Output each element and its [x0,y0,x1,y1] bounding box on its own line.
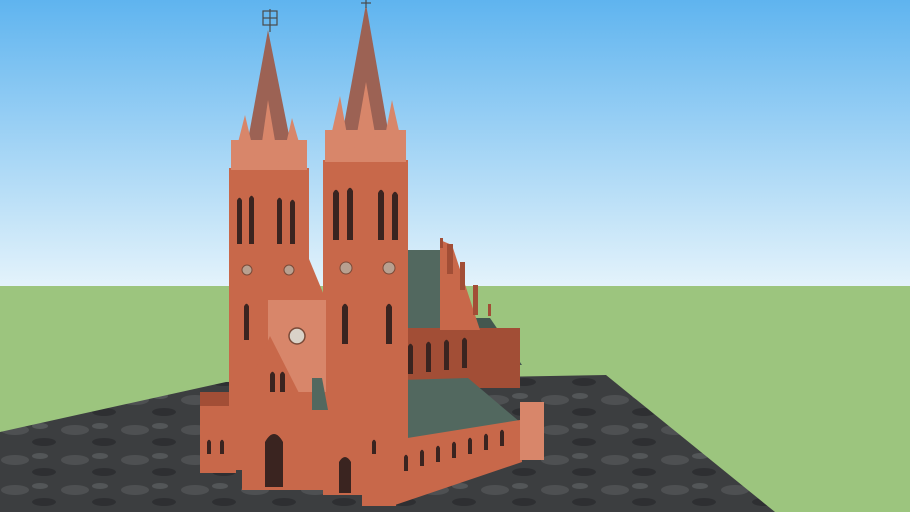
clock-face [382,261,396,275]
side-door [339,457,351,493]
scene-canvas[interactable] [0,0,910,512]
lancet-window [404,454,408,471]
main-portal [265,434,283,487]
lancet-window [386,303,392,344]
lancet-window [500,429,504,446]
lancet-window [342,303,348,344]
clock-face [283,264,295,276]
clock-face [241,264,253,276]
lancet-window [452,441,456,458]
sky [0,0,910,287]
rose-window [288,327,306,345]
nave-pinnacle [440,238,443,248]
clock-face [339,261,353,275]
lancet-window [249,195,254,244]
chapel-right [520,402,544,460]
lancet-window [468,437,472,454]
nave-pinnacle [473,285,478,315]
lancet-window [347,187,353,240]
lancet-window [244,303,249,340]
lancet-window [220,439,224,454]
lancet-window [270,371,275,392]
nave-pinnacle [447,244,453,274]
lancet-window [333,189,339,240]
lancet-window [277,197,282,244]
lancet-window [426,341,431,372]
lancet-window [484,433,488,450]
model-viewport[interactable] [0,0,910,512]
lancet-window [444,339,449,370]
lancet-window [420,449,424,466]
nave-pinnacle [488,304,491,316]
front-wall-left [362,420,396,506]
lancet-window [280,371,285,392]
lancet-window [372,439,376,454]
nave-pinnacle [460,262,465,290]
lancet-window [408,343,413,374]
lancet-window [392,191,398,240]
lancet-window [207,439,211,454]
lancet-window [436,445,440,462]
lancet-window [378,189,384,240]
lancet-window [462,337,467,368]
lancet-window [237,197,242,244]
lancet-window [290,199,295,244]
